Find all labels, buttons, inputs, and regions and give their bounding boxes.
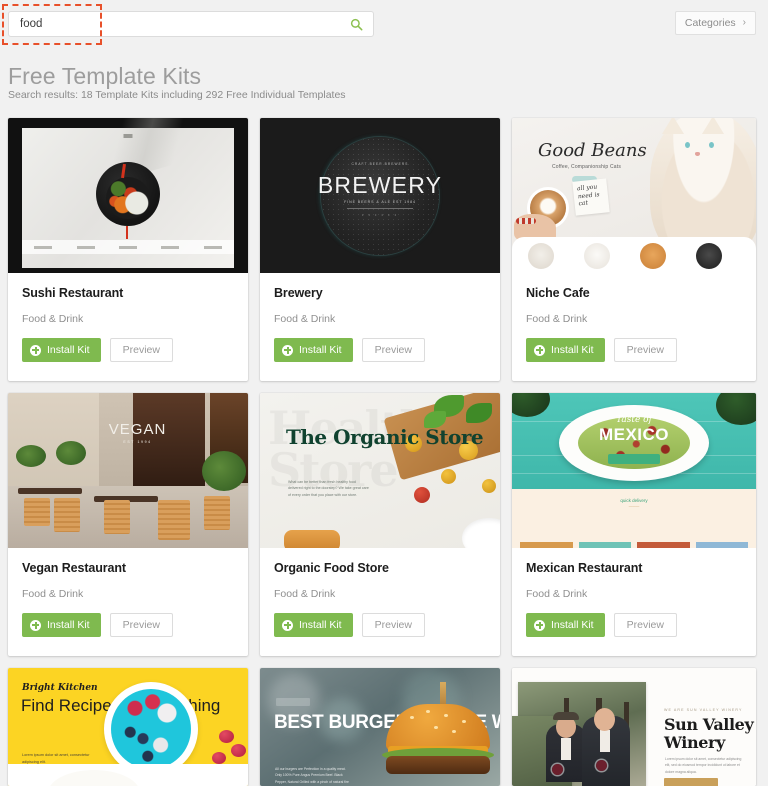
- kit-actions: Install Kit Preview: [274, 338, 486, 362]
- template-kit-card[interactable]: Bright Kitchen Find Recipes For Anything…: [8, 668, 248, 786]
- preview-button[interactable]: Preview: [109, 338, 173, 362]
- search-results-summary: Search results: 18 Template Kits includi…: [8, 89, 346, 101]
- search-icon[interactable]: [343, 12, 369, 36]
- thumb-body: All our burgers are Perfection in a qual…: [275, 767, 349, 784]
- install-kit-button[interactable]: Install Kit: [22, 338, 101, 362]
- kit-title: Brewery: [274, 286, 323, 300]
- thumb-logo: Bright Kitchen: [22, 683, 98, 693]
- categories-button[interactable]: Categories ›: [674, 11, 756, 35]
- page-title: Free Template Kits: [8, 63, 202, 90]
- thumb-wordmark: MEXICO: [598, 425, 670, 444]
- template-kit-card[interactable]: VEGAN EST 1994 Vegan Restaurant Food & D…: [8, 393, 248, 656]
- kit-category: Food & Drink: [22, 313, 84, 325]
- kit-actions: Install Kit Preview: [22, 338, 234, 362]
- template-kit-card[interactable]: Good Beans Coffee, Companionship Cats al…: [512, 118, 756, 381]
- preview-button[interactable]: Preview: [361, 338, 425, 362]
- plus-circle-icon: [534, 344, 545, 356]
- top-bar: Categories ›: [0, 0, 768, 46]
- thumb-dots: • • • • • •: [362, 212, 398, 217]
- install-kit-label: Install Kit: [299, 344, 342, 356]
- chevron-right-icon: ›: [742, 17, 746, 28]
- preview-button[interactable]: Preview: [361, 613, 425, 637]
- plus-circle-icon: [282, 619, 293, 631]
- thumb-note: all you need is cat: [576, 183, 600, 208]
- thumb-wordmark: BREWERY: [317, 172, 443, 198]
- kit-thumbnail-sushi[interactable]: [8, 118, 248, 273]
- thumb-sign: VEGAN EST 1994: [108, 420, 167, 444]
- template-kit-card[interactable]: Sushi Restaurant Food & Drink Install Ki…: [8, 118, 248, 381]
- kit-thumbnail-vegan[interactable]: VEGAN EST 1994: [8, 393, 248, 548]
- kit-title: Sushi Restaurant: [22, 286, 124, 300]
- thumb-script: Taste of: [616, 415, 652, 425]
- kit-thumbnail-cafe[interactable]: Good Beans Coffee, Companionship Cats al…: [512, 118, 756, 273]
- install-kit-button[interactable]: Install Kit: [22, 613, 101, 637]
- search-input[interactable]: [9, 12, 343, 36]
- plus-circle-icon: [534, 619, 545, 631]
- preview-button[interactable]: Preview: [613, 613, 677, 637]
- preview-button[interactable]: Preview: [613, 338, 677, 362]
- install-kit-label: Install Kit: [47, 619, 90, 631]
- kit-category: Food & Drink: [274, 588, 336, 600]
- install-kit-label: Install Kit: [551, 619, 594, 631]
- kit-category: Food & Drink: [526, 588, 588, 600]
- template-kit-card[interactable]: BEST BURGERS IN THE WORLD All our burger…: [260, 668, 500, 786]
- install-kit-label: Install Kit: [299, 619, 342, 631]
- kit-thumbnail-mexican[interactable]: Taste of MEXICO quick delivery ———: [512, 393, 756, 548]
- kit-thumbnail-organic[interactable]: Health Store The Organic Store What can …: [260, 393, 500, 548]
- thumb-kicker: CRAFT BEER BREWERS: [351, 162, 409, 166]
- search-box[interactable]: [8, 11, 374, 37]
- preview-button[interactable]: Preview: [109, 613, 173, 637]
- kit-title: Niche Cafe: [526, 286, 590, 300]
- template-kit-card[interactable]: CRAFT BEER BREWERS BREWERY FINE BEERS & …: [260, 118, 500, 381]
- template-kit-grid: Sushi Restaurant Food & Drink Install Ki…: [8, 118, 760, 786]
- kit-thumbnail-burgers[interactable]: BEST BURGERS IN THE WORLD All our burger…: [260, 668, 500, 786]
- kit-thumbnail-winery[interactable]: WE ARE SUN VALLEY WINERY Sun Valley Wine…: [512, 668, 756, 786]
- kit-actions: Install Kit Preview: [274, 613, 486, 637]
- kit-category: Food & Drink: [274, 313, 336, 325]
- thumb-body: Lorem ipsum dolor sit amet, consectetur …: [665, 757, 742, 774]
- kit-title: Organic Food Store: [274, 561, 389, 575]
- install-kit-label: Install Kit: [47, 344, 90, 356]
- install-kit-label: Install Kit: [551, 344, 594, 356]
- thumb-body: What can be better than fresh healthy fo…: [288, 480, 369, 497]
- plus-circle-icon: [282, 344, 293, 356]
- thumb-footer: quick delivery ———: [620, 498, 648, 508]
- kit-thumbnail-brewery[interactable]: CRAFT BEER BREWERS BREWERY FINE BEERS & …: [260, 118, 500, 273]
- kit-title: Mexican Restaurant: [526, 561, 643, 575]
- kit-category: Food & Drink: [526, 313, 588, 325]
- thumb-subtitle: FINE BEERS & ALE EST 1984: [344, 200, 416, 204]
- thumb-tagline: Coffee, Companionship Cats: [552, 164, 622, 170]
- template-kit-card[interactable]: Health Store The Organic Store What can …: [260, 393, 500, 656]
- kit-thumbnail-bright-kitchen[interactable]: Bright Kitchen Find Recipes For Anything…: [8, 668, 248, 786]
- kit-actions: Install Kit Preview: [22, 613, 234, 637]
- template-kit-card[interactable]: WE ARE SUN VALLEY WINERY Sun Valley Wine…: [512, 668, 756, 786]
- install-kit-button[interactable]: Install Kit: [526, 338, 605, 362]
- kit-actions: Install Kit Preview: [526, 613, 742, 637]
- thumb-headline: The Organic Store: [286, 425, 484, 449]
- template-kit-card[interactable]: Taste of MEXICO quick delivery ——— Mexica…: [512, 393, 756, 656]
- categories-label: Categories: [684, 17, 736, 29]
- kit-category: Food & Drink: [22, 588, 84, 600]
- thumb-headline: Sun Valley Winery: [664, 715, 754, 753]
- plus-circle-icon: [30, 344, 41, 356]
- thumb-logo: Good Beans: [538, 140, 647, 161]
- thumb-kicker: WE ARE SUN VALLEY WINERY: [664, 708, 743, 712]
- install-kit-button[interactable]: Install Kit: [526, 613, 605, 637]
- kit-actions: Install Kit Preview: [526, 338, 742, 362]
- plus-circle-icon: [30, 619, 41, 631]
- install-kit-button[interactable]: Install Kit: [274, 338, 353, 362]
- kit-title: Vegan Restaurant: [22, 561, 126, 575]
- install-kit-button[interactable]: Install Kit: [274, 613, 353, 637]
